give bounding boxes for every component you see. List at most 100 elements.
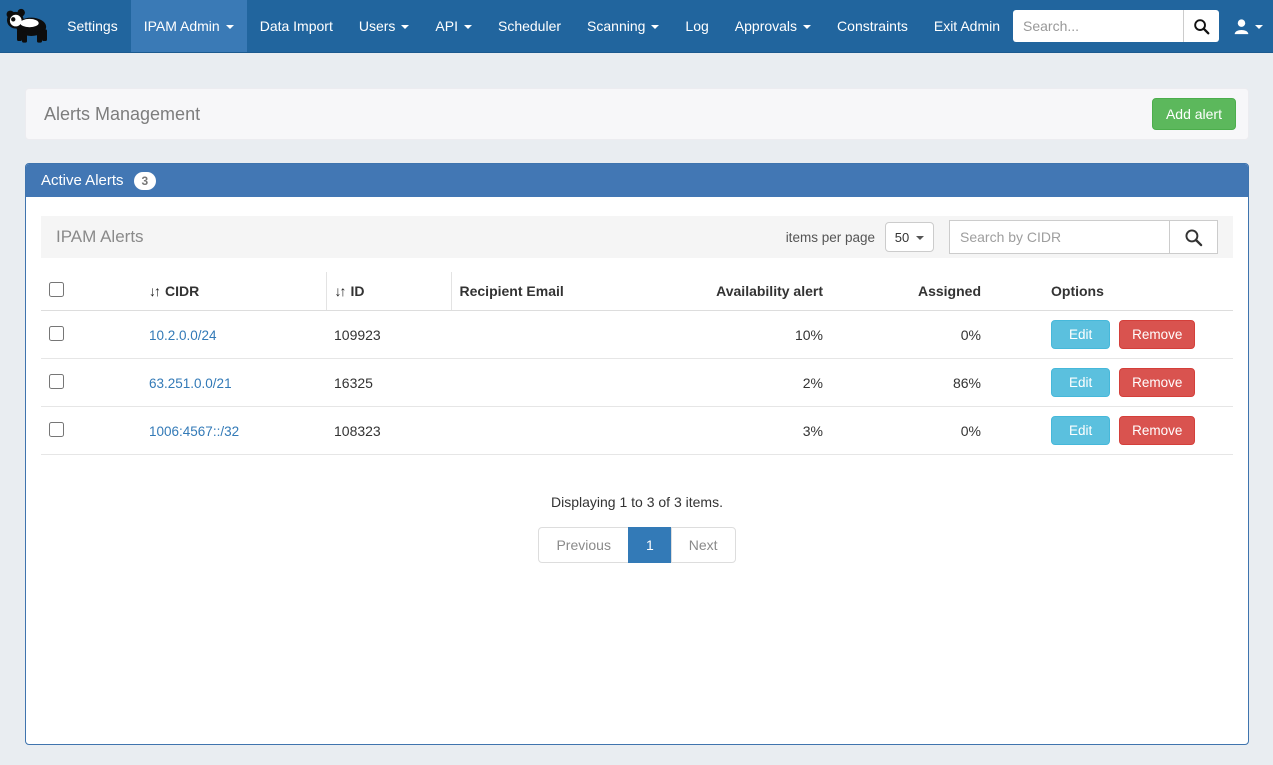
- sort-icon: ↓↑: [335, 283, 345, 299]
- nav-label: API: [435, 18, 458, 34]
- global-search-button[interactable]: [1183, 10, 1219, 42]
- pagination-previous-button[interactable]: Previous: [538, 527, 628, 563]
- cidr-link[interactable]: 10.2.0.0/24: [149, 328, 217, 343]
- table-header-row: ↓↑CIDR ↓↑ ID Recipient Email Availability…: [41, 272, 1233, 311]
- main-content: Alerts Management Add alert Active Alert…: [25, 88, 1249, 745]
- select-all-cell: [41, 272, 141, 311]
- recipient-email: [451, 407, 661, 455]
- add-alert-button[interactable]: Add alert: [1152, 98, 1236, 130]
- assigned-value: 0%: [831, 407, 989, 455]
- caret-down-icon: [651, 25, 659, 29]
- nav-item-scheduler[interactable]: Scheduler: [485, 0, 574, 52]
- column-header-assigned: Assigned: [831, 272, 989, 311]
- remove-button[interactable]: Remove: [1119, 416, 1195, 445]
- alert-id: 16325: [326, 359, 451, 407]
- nav-item-api[interactable]: API: [422, 0, 485, 52]
- user-icon: [1233, 18, 1250, 35]
- results-summary: Displaying 1 to 3 of 3 items.: [41, 494, 1233, 510]
- select-row-checkbox[interactable]: [49, 422, 64, 437]
- caret-down-icon: [1255, 25, 1263, 29]
- nav-label: Constraints: [837, 18, 908, 34]
- nav-item-exit-admin[interactable]: Exit Admin: [921, 0, 1013, 52]
- active-alerts-panel: Active Alerts 3 IPAM Alerts items per pa…: [25, 163, 1249, 745]
- nav-label: Users: [359, 18, 396, 34]
- cidr-link[interactable]: 63.251.0.0/21: [149, 376, 232, 391]
- cidr-search: [949, 220, 1218, 254]
- alerts-table: ↓↑CIDR ↓↑ ID Recipient Email Availability…: [41, 272, 1233, 455]
- alert-id: 109923: [326, 311, 451, 359]
- caret-down-icon: [401, 25, 409, 29]
- availability-value: 2%: [661, 359, 831, 407]
- nav-label: Approvals: [735, 18, 797, 34]
- edit-button[interactable]: Edit: [1051, 416, 1110, 445]
- items-per-page-value: 50: [895, 230, 909, 245]
- page-title: Alerts Management: [44, 104, 200, 125]
- column-label: ID: [351, 283, 365, 299]
- panda-logo-icon: [2, 7, 52, 45]
- column-label: Availability alert: [716, 283, 823, 299]
- nav-label: Data Import: [260, 18, 333, 34]
- recipient-email: [451, 359, 661, 407]
- edit-button[interactable]: Edit: [1051, 320, 1110, 349]
- main-menu: Settings IPAM Admin Data Import Users AP…: [54, 0, 1013, 52]
- caret-down-icon: [226, 25, 234, 29]
- select-all-checkbox[interactable]: [49, 282, 64, 297]
- nav-label: IPAM Admin: [144, 18, 220, 34]
- column-header-cidr[interactable]: ↓↑CIDR: [141, 272, 326, 311]
- nav-label: Scheduler: [498, 18, 561, 34]
- panel-title: Active Alerts: [41, 172, 124, 189]
- caret-down-icon: [803, 25, 811, 29]
- column-header-id[interactable]: ↓↑ ID: [326, 272, 451, 311]
- remove-button[interactable]: Remove: [1119, 368, 1195, 397]
- recipient-email: [451, 311, 661, 359]
- nav-label: Settings: [67, 18, 118, 34]
- pagination: Previous 1 Next: [41, 527, 1233, 563]
- nav-item-constraints[interactable]: Constraints: [824, 0, 921, 52]
- edit-button[interactable]: Edit: [1051, 368, 1110, 397]
- app-logo[interactable]: [0, 0, 54, 52]
- column-header-availability: Availability alert: [661, 272, 831, 311]
- search-icon: [1193, 18, 1210, 35]
- nav-item-log[interactable]: Log: [672, 0, 721, 52]
- nav-item-data-import[interactable]: Data Import: [247, 0, 346, 52]
- availability-value: 3%: [661, 407, 831, 455]
- table-row: 10.2.0.0/24 109923 10% 0% Edit Remove: [41, 311, 1233, 359]
- availability-value: 10%: [661, 311, 831, 359]
- nav-label: Scanning: [587, 18, 645, 34]
- table-toolbar: IPAM Alerts items per page 50: [41, 216, 1233, 258]
- caret-down-icon: [916, 236, 924, 240]
- navbar-right: [1013, 0, 1273, 52]
- nav-item-approvals[interactable]: Approvals: [722, 0, 824, 52]
- nav-item-settings[interactable]: Settings: [54, 0, 131, 52]
- select-row-checkbox[interactable]: [49, 374, 64, 389]
- pagination-page-1-button[interactable]: 1: [628, 527, 672, 563]
- alerts-count-badge: 3: [134, 172, 157, 190]
- nav-label: Log: [685, 18, 708, 34]
- pagination-next-button[interactable]: Next: [671, 527, 736, 563]
- cidr-search-button[interactable]: [1170, 220, 1218, 254]
- alert-id: 108323: [326, 407, 451, 455]
- remove-button[interactable]: Remove: [1119, 320, 1195, 349]
- caret-down-icon: [464, 25, 472, 29]
- global-search-input[interactable]: [1013, 10, 1183, 42]
- column-header-email: Recipient Email: [451, 272, 661, 311]
- table-row: 63.251.0.0/21 16325 2% 86% Edit Remove: [41, 359, 1233, 407]
- user-menu[interactable]: [1233, 18, 1263, 35]
- column-label: Assigned: [918, 283, 981, 299]
- nav-item-users[interactable]: Users: [346, 0, 423, 52]
- items-per-page-select[interactable]: 50: [885, 222, 934, 252]
- cidr-search-input[interactable]: [949, 220, 1170, 254]
- panel-body: IPAM Alerts items per page 50: [26, 197, 1248, 744]
- page-header: Alerts Management Add alert: [25, 88, 1249, 140]
- column-header-options: Options: [989, 272, 1233, 311]
- select-row-checkbox[interactable]: [49, 326, 64, 341]
- panel-heading: Active Alerts 3: [26, 164, 1248, 197]
- global-search: [1013, 10, 1219, 42]
- nav-label: Exit Admin: [934, 18, 1000, 34]
- cidr-link[interactable]: 1006:4567::/32: [149, 424, 239, 439]
- nav-item-ipam-admin[interactable]: IPAM Admin: [131, 0, 247, 52]
- top-navbar: Settings IPAM Admin Data Import Users AP…: [0, 0, 1273, 53]
- table-title: IPAM Alerts: [56, 227, 144, 247]
- nav-item-scanning[interactable]: Scanning: [574, 0, 672, 52]
- assigned-value: 0%: [831, 311, 989, 359]
